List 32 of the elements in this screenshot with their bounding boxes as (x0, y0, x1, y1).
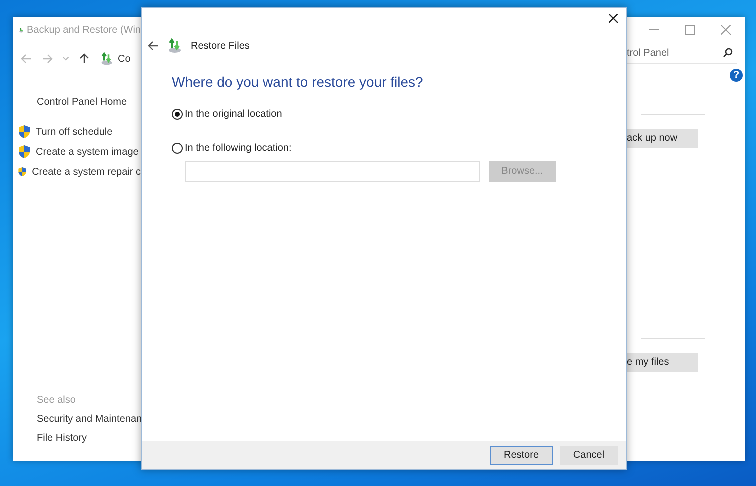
shield-icon (18, 125, 31, 139)
help-icon[interactable]: ? (730, 69, 743, 82)
address-bar[interactable]: Co (100, 49, 131, 69)
sidebar-link[interactable]: Create a system repair c (32, 166, 141, 178)
sidebar-link[interactable]: Security and Maintenan (18, 414, 141, 425)
search-icon (723, 48, 733, 58)
back-arrow-icon[interactable] (148, 41, 159, 51)
up-arrow-icon[interactable] (80, 54, 90, 64)
sidebar-link[interactable]: Control Panel Home (18, 97, 141, 108)
option-label[interactable]: In the following location: (185, 142, 292, 154)
backup-icon (100, 52, 114, 66)
maximize-icon[interactable] (685, 25, 695, 35)
breadcrumb-item[interactable]: Co (118, 54, 131, 64)
option-label[interactable]: In the original location (185, 108, 282, 120)
shield-icon (18, 145, 31, 159)
dialog-heading: Where do you want to restore your files? (172, 74, 424, 90)
forward-arrow-icon[interactable] (42, 54, 53, 64)
caret-icon[interactable] (63, 57, 69, 61)
close-icon[interactable] (609, 14, 618, 23)
window-title: Backup and Restore (Win (27, 24, 141, 36)
radio-button[interactable] (172, 108, 183, 120)
sidebar-link[interactable]: Create a system image (36, 146, 139, 158)
sidebar-link[interactable]: Turn off schedule (36, 126, 113, 138)
restore-button[interactable]: Restore (490, 446, 553, 464)
backup-icon (167, 38, 183, 54)
cancel-button[interactable]: Cancel (560, 446, 618, 464)
location-field[interactable] (185, 161, 480, 182)
sidebar-link[interactable]: File History (18, 433, 141, 444)
section-label: See also (36, 395, 77, 406)
radio-button[interactable] (172, 142, 183, 154)
shield-icon (18, 165, 28, 179)
dialog-title: Restore Files (191, 40, 250, 52)
